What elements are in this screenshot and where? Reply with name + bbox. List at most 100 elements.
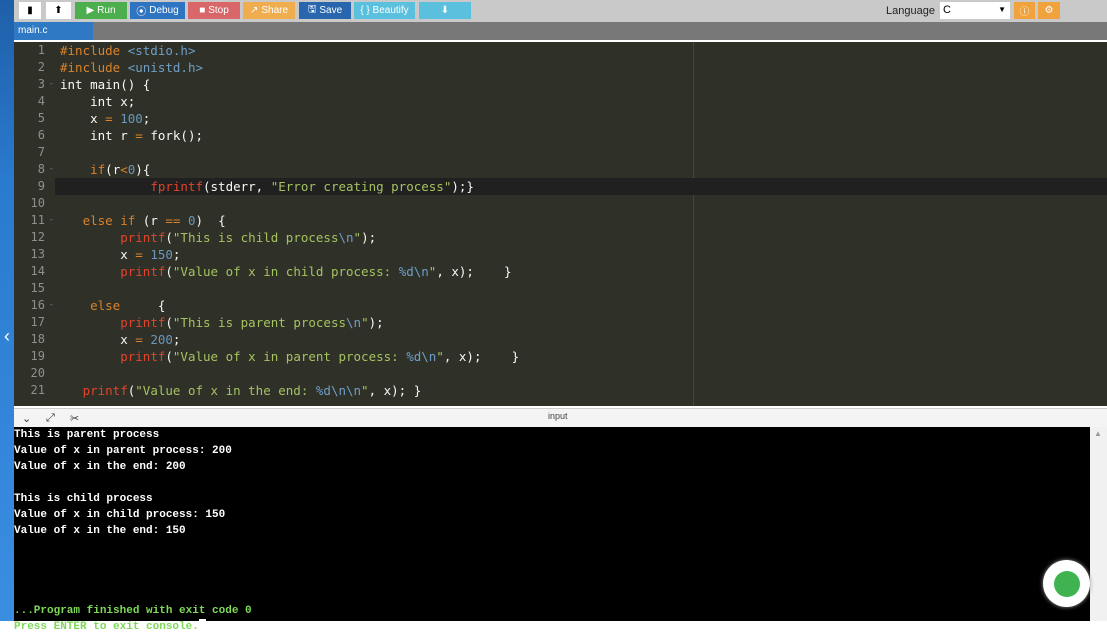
code-token: int x; bbox=[60, 94, 136, 109]
toolbar: ▮ ⬆ ▶ Run ⦿ Debug ■ Stop ↗ Share 🖫 Save { } B… bbox=[14, 0, 1107, 22]
print-margin bbox=[693, 42, 694, 406]
code-token: "Value of x in parent process: bbox=[172, 349, 407, 364]
settings-button[interactable]: ⚙ bbox=[1038, 2, 1060, 19]
console-prompt-line[interactable]: Press ENTER to exit console. bbox=[14, 619, 206, 635]
fold-toggle-icon[interactable]: - bbox=[49, 297, 54, 314]
chat-widget-button[interactable] bbox=[1043, 560, 1090, 607]
line-number: 2 bbox=[37, 60, 45, 74]
scroll-up-icon[interactable]: ▲ bbox=[1094, 429, 1102, 438]
code-token: = bbox=[135, 247, 143, 262]
upload-button[interactable]: ⬆ bbox=[46, 2, 71, 19]
line-number: 16- bbox=[30, 297, 54, 314]
code-token: < bbox=[120, 162, 128, 177]
code-token: 0 bbox=[187, 213, 196, 228]
code-token: = bbox=[135, 332, 143, 347]
code-token: ( bbox=[165, 315, 173, 330]
line-number: 1 bbox=[37, 43, 45, 57]
beautify-button[interactable]: { } Beautify bbox=[354, 2, 415, 19]
code-token: (stderr, bbox=[203, 179, 271, 194]
code-token: \n bbox=[338, 230, 354, 245]
console-output[interactable]: This is parent process Value of x in pare… bbox=[14, 427, 1090, 633]
gear-icon: ⚙ bbox=[1044, 5, 1054, 16]
code-token: #include bbox=[60, 43, 128, 58]
console-line: Value of x in the end: 150 bbox=[14, 525, 186, 537]
code-line: #include <unistd.h> bbox=[60, 59, 203, 76]
code-token: printf bbox=[120, 230, 166, 245]
console-scrollbar[interactable]: ▲ bbox=[1090, 427, 1107, 621]
stop-icon: ■ bbox=[199, 5, 206, 16]
tab-main-c[interactable]: main.c bbox=[14, 22, 93, 40]
debug-icon: ⦿ bbox=[136, 7, 147, 18]
fold-toggle-icon[interactable]: - bbox=[49, 161, 54, 178]
line-number: 12 bbox=[30, 230, 45, 244]
save-button[interactable]: 🖫 Save bbox=[299, 2, 351, 19]
code-token: , x); } bbox=[368, 383, 422, 398]
line-number: 13 bbox=[30, 247, 45, 261]
code-token: printf bbox=[120, 315, 166, 330]
collapse-sidebar-chevron-icon[interactable]: ‹ bbox=[0, 326, 14, 347]
info-button[interactable]: ⓘ bbox=[1014, 2, 1035, 19]
share-button[interactable]: ↗ Share bbox=[243, 2, 295, 19]
code-token: " bbox=[436, 349, 444, 364]
expand-icon[interactable]: ⤢ bbox=[46, 412, 55, 425]
line-number: 7 bbox=[37, 145, 45, 159]
code-token: \n bbox=[346, 315, 362, 330]
code-token: int main() { bbox=[60, 77, 151, 92]
download-icon: ⬇ bbox=[440, 5, 450, 16]
code-token: printf bbox=[82, 383, 128, 398]
code-editor[interactable]: 1 2 3-4 5 6 7 8-9 10 11-12 13 14 15 16-17 18 19 20 21 #i… bbox=[14, 42, 1107, 406]
code-line: int r = fork(); bbox=[60, 127, 203, 144]
console-prompt: Press ENTER to exit console. bbox=[14, 621, 199, 633]
clear-console-icon[interactable]: ✂ bbox=[70, 412, 79, 425]
code-token: "This is parent process bbox=[172, 315, 346, 330]
code-token: );} bbox=[451, 179, 474, 194]
debug-button[interactable]: ⦿ Debug bbox=[130, 2, 185, 19]
upload-icon: ⬆ bbox=[54, 5, 63, 16]
download-button[interactable]: ⬇ bbox=[419, 2, 471, 19]
line-number: 4 bbox=[37, 94, 45, 108]
code-token: else bbox=[90, 298, 121, 313]
code-token: "Value of x in the end: bbox=[135, 383, 316, 398]
new-file-button[interactable]: ▮ bbox=[19, 2, 41, 19]
fold-toggle-icon[interactable]: - bbox=[49, 212, 54, 229]
code-token: (r bbox=[135, 213, 166, 228]
chevron-down-icon[interactable]: ⌄ bbox=[22, 412, 31, 425]
language-select[interactable]: C ▼ bbox=[940, 2, 1010, 19]
code-token: ( bbox=[165, 349, 173, 364]
line-number: 20 bbox=[30, 366, 45, 380]
run-button[interactable]: ▶ Run bbox=[75, 2, 127, 19]
console-input-label: input bbox=[548, 411, 568, 421]
code-token: " bbox=[361, 315, 369, 330]
console-header: ⌄ ⤢ ✂ input bbox=[14, 408, 1107, 427]
code-token: (r bbox=[105, 162, 121, 177]
console-line: This is parent process bbox=[14, 429, 160, 441]
line-number: 19 bbox=[30, 349, 45, 363]
fold-toggle-icon[interactable]: - bbox=[49, 76, 54, 93]
code-token: "This is child process bbox=[172, 230, 339, 245]
code-line: #include <stdio.h> bbox=[60, 42, 195, 59]
code-token: ( bbox=[165, 264, 173, 279]
console-line: Value of x in parent process: 200 bbox=[14, 445, 232, 457]
code-token: x bbox=[60, 111, 106, 126]
code-token: = bbox=[135, 128, 143, 143]
code-token: printf bbox=[120, 349, 166, 364]
code-token: "Value of x in child process: bbox=[172, 264, 399, 279]
code-token: else if bbox=[82, 213, 136, 228]
code-line: printf("This is parent process\n"); bbox=[60, 314, 383, 331]
code-token: = bbox=[105, 111, 113, 126]
play-icon: ▶ bbox=[86, 5, 95, 16]
code-line: fprintf(stderr, "Error creating process"… bbox=[60, 178, 474, 195]
line-number: 3- bbox=[37, 76, 54, 93]
code-line: x = 200; bbox=[60, 331, 180, 348]
stop-button[interactable]: ■ Stop bbox=[188, 2, 240, 19]
file-icon: ▮ bbox=[27, 5, 33, 16]
code-token: printf bbox=[120, 264, 166, 279]
code-line: else if (r == 0) { bbox=[60, 212, 226, 229]
